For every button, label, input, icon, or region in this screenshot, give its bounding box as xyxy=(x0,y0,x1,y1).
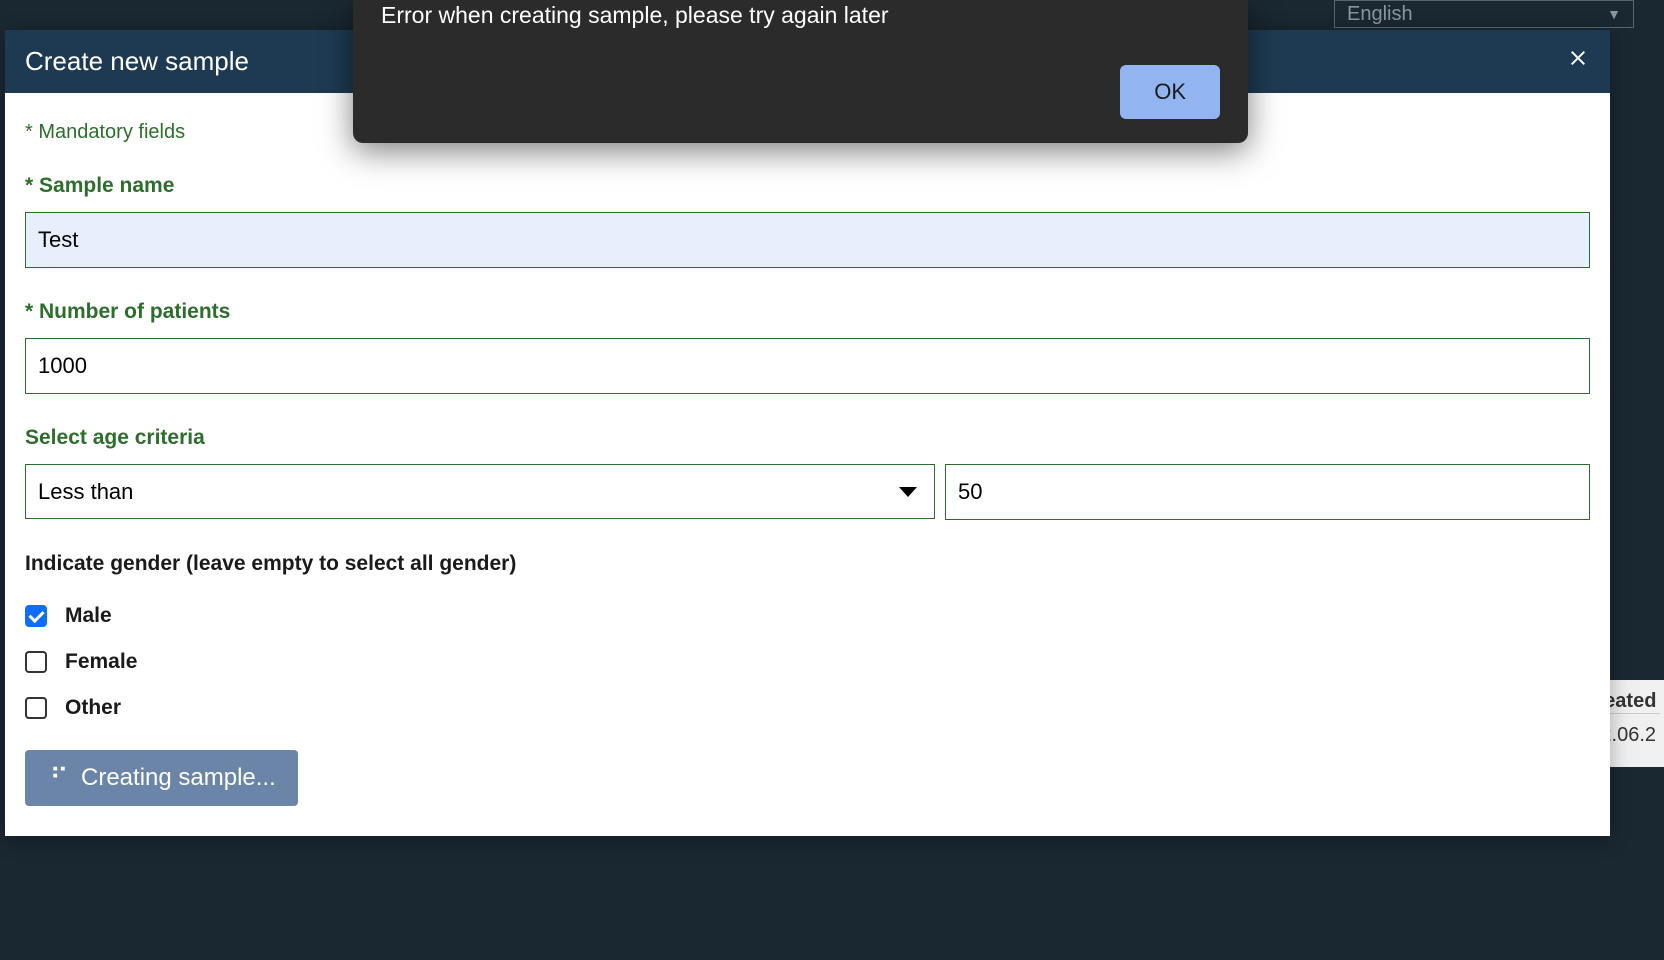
female-label: Female xyxy=(65,650,137,674)
age-value-input[interactable] xyxy=(945,464,1590,520)
language-selector[interactable]: English ▼ xyxy=(1334,0,1634,28)
num-patients-input[interactable] xyxy=(25,338,1590,394)
modal-title: Create new sample xyxy=(25,46,249,77)
sample-name-input[interactable] xyxy=(25,212,1590,268)
close-icon[interactable] xyxy=(1566,46,1590,77)
sample-name-label: * Sample name xyxy=(25,174,1590,198)
modal-body: * Mandatory fields * Sample name * Numbe… xyxy=(5,93,1610,836)
male-label: Male xyxy=(65,604,112,628)
age-criteria-row: Less than xyxy=(25,464,1590,520)
num-patients-label: * Number of patients xyxy=(25,300,1590,324)
alert-message: Error when creating sample, please try a… xyxy=(381,0,1220,65)
gender-option-female: Female xyxy=(25,650,1590,674)
create-sample-button[interactable]: Creating sample... xyxy=(25,750,298,806)
gender-option-other: Other xyxy=(25,696,1590,720)
create-sample-modal: Create new sample * Mandatory fields * S… xyxy=(5,30,1610,836)
age-criteria-select[interactable]: Less than xyxy=(25,464,935,519)
submit-label: Creating sample... xyxy=(81,764,276,792)
gender-option-male: Male xyxy=(25,604,1590,628)
gender-label: Indicate gender (leave empty to select a… xyxy=(25,552,1590,576)
female-checkbox[interactable] xyxy=(25,651,47,673)
other-checkbox[interactable] xyxy=(25,697,47,719)
other-label: Other xyxy=(65,696,121,720)
spinner-icon xyxy=(47,766,71,790)
alert-actions: OK xyxy=(381,65,1220,119)
age-criteria-label: Select age criteria xyxy=(25,426,1590,450)
error-alert: Error when creating sample, please try a… xyxy=(353,0,1248,143)
male-checkbox[interactable] xyxy=(25,605,47,627)
chevron-down-icon: ▼ xyxy=(1607,6,1621,22)
alert-ok-button[interactable]: OK xyxy=(1120,65,1220,119)
language-value: English xyxy=(1347,3,1413,26)
